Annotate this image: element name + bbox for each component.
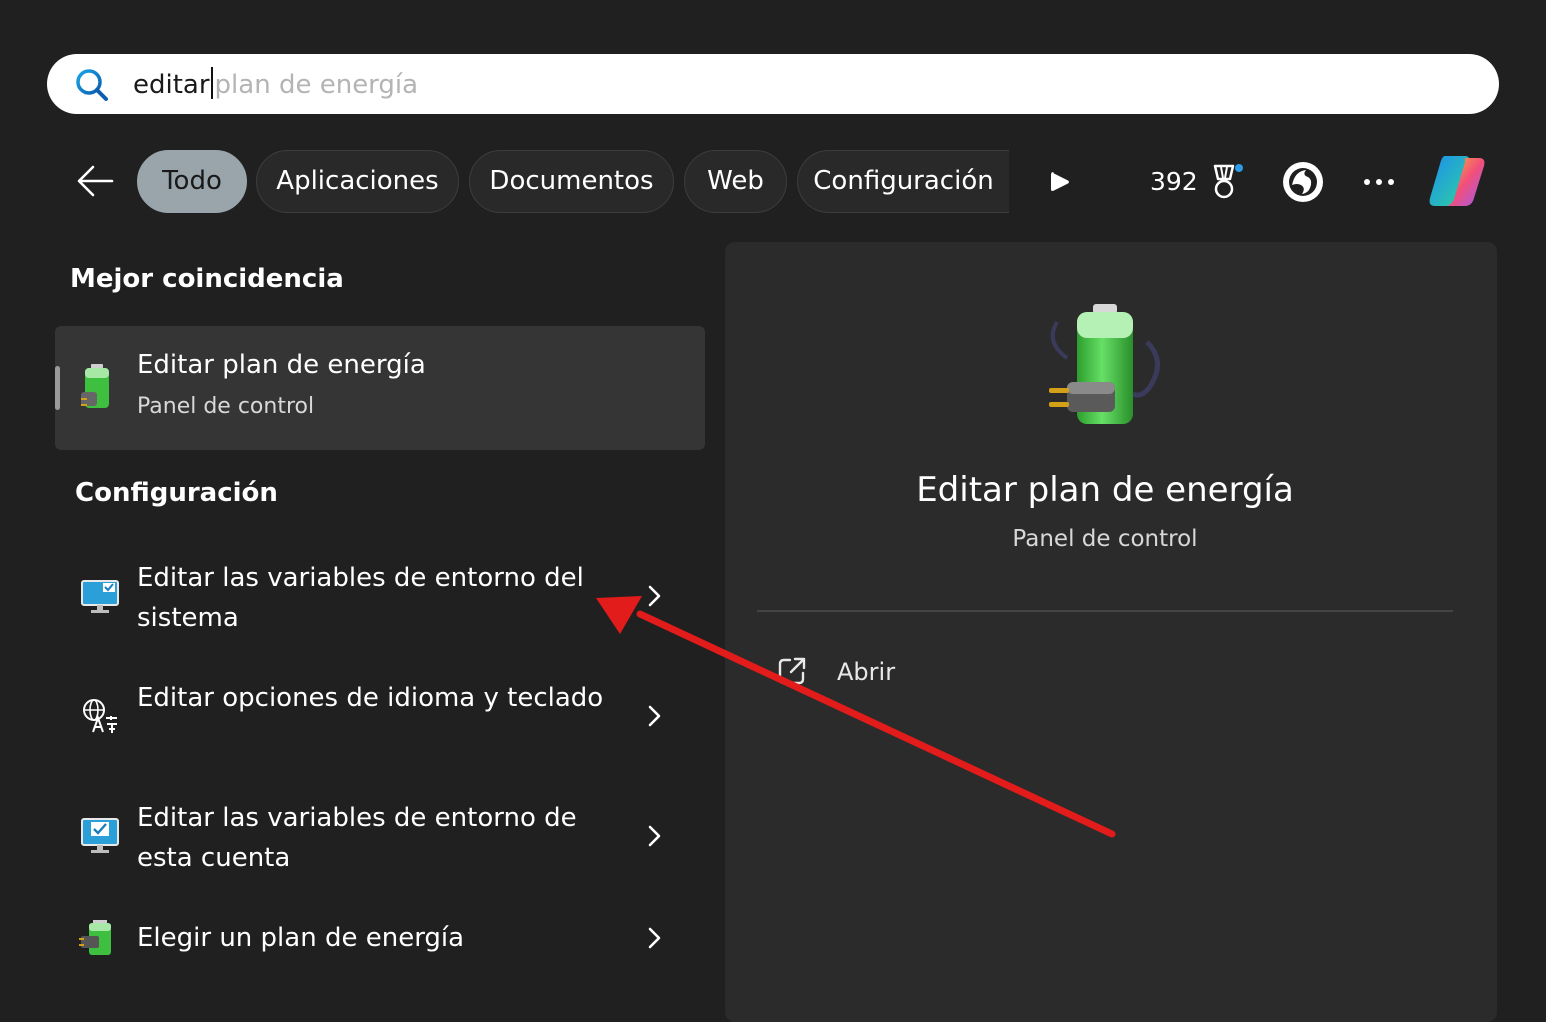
monitor-check-icon	[81, 580, 119, 613]
more-options-icon[interactable]	[1362, 176, 1396, 188]
more-filters-play-icon[interactable]	[1047, 168, 1073, 196]
settings-item-label: Editar las variables de entorno del sist…	[137, 563, 584, 633]
tab-web[interactable]: Web	[684, 150, 787, 213]
account-avatar-icon[interactable]	[1282, 161, 1324, 203]
text-caret	[210, 67, 213, 99]
battery-plug-icon	[81, 364, 109, 408]
language-icon	[83, 699, 117, 733]
copilot-icon[interactable]	[1425, 152, 1489, 210]
back-arrow-icon[interactable]	[76, 163, 114, 199]
search-input[interactable]: editar plan de energía	[133, 67, 418, 102]
rewards-points: 392	[1150, 167, 1198, 196]
search-autocomplete-hint: plan de energía	[214, 70, 419, 100]
preview-subtitle: Panel de control	[1012, 526, 1198, 552]
chevron-right-icon	[648, 927, 661, 949]
divider	[757, 610, 1453, 612]
trophy-icon[interactable]	[1209, 163, 1245, 201]
settings-item-label: Editar las variables de entorno de esta …	[137, 803, 577, 873]
settings-item-choose-power-plan[interactable]: Elegir un plan de energía	[55, 916, 705, 964]
best-match-title: Editar plan de energía	[137, 350, 426, 380]
tab-documentos[interactable]: Documentos	[469, 150, 674, 213]
settings-item-language-keyboard[interactable]: Editar opciones de idioma y teclado	[55, 676, 705, 760]
settings-item-system-env-vars[interactable]: Editar las variables de entorno del sist…	[55, 556, 705, 640]
battery-plug-icon	[1049, 304, 1160, 424]
best-match-subtitle: Panel de control	[137, 394, 315, 419]
chevron-right-icon	[648, 705, 661, 727]
preview-title: Editar plan de energía	[916, 470, 1294, 510]
result-preview-panel: Editar plan de energía Panel de control …	[725, 242, 1497, 1022]
open-action[interactable]: Abrir	[777, 652, 977, 692]
settings-item-label: Editar opciones de idioma y teclado	[137, 683, 604, 713]
open-action-label: Abrir	[837, 658, 896, 686]
search-typed-text: editar	[133, 70, 210, 100]
search-icon	[76, 69, 108, 101]
settings-heading: Configuración	[75, 478, 278, 508]
settings-item-account-env-vars[interactable]: Editar las variables de entorno de esta …	[55, 796, 705, 880]
selection-indicator	[55, 366, 60, 410]
chevron-right-icon	[648, 585, 661, 607]
open-external-icon	[778, 657, 806, 685]
best-match-result[interactable]: Editar plan de energía Panel de control	[55, 326, 705, 450]
tab-configuracion[interactable]: Configuración	[797, 150, 1009, 213]
best-match-heading: Mejor coincidencia	[70, 264, 344, 294]
chevron-right-icon	[648, 825, 661, 847]
settings-item-label: Elegir un plan de energía	[137, 923, 465, 953]
monitor-check-icon	[81, 818, 119, 853]
battery-plug-icon	[79, 920, 111, 955]
search-box[interactable]: editar plan de energía	[47, 54, 1499, 114]
tab-todo[interactable]: Todo	[137, 150, 247, 213]
tab-aplicaciones[interactable]: Aplicaciones	[256, 150, 459, 213]
